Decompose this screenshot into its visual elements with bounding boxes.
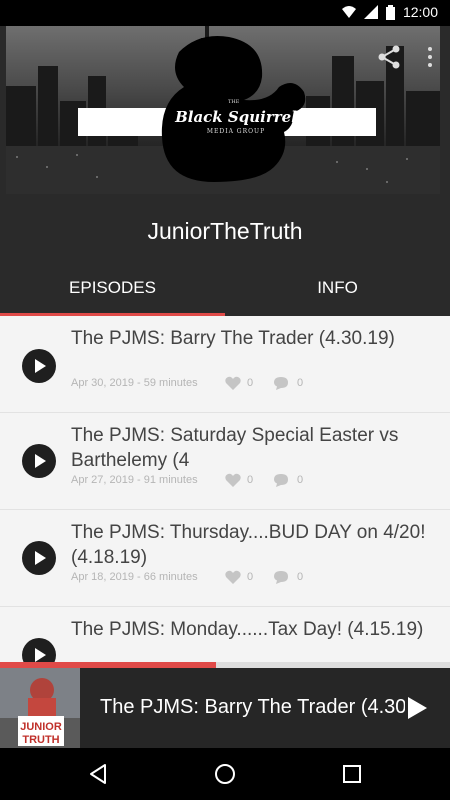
cover-banner: THE Black Squirrel MEDIA GROUP <box>6 26 440 194</box>
artwork-image: JUNIOR TRUTH <box>0 668 80 748</box>
status-bar: 12:00 <box>0 0 450 26</box>
list-item[interactable]: The PJMS: Monday......Tax Day! (4.15.19) <box>0 607 450 668</box>
tab-bar: EPISODES INFO <box>0 266 450 316</box>
artwork-text-junior: JUNIOR <box>20 721 62 733</box>
squirrel-logo-icon <box>161 36 306 182</box>
play-episode-button[interactable] <box>22 541 56 575</box>
like-count: 0 <box>247 377 254 389</box>
logo-the-text: THE <box>228 99 240 105</box>
episode-meta: Apr 27, 2019 - 91 minutes 0 0 <box>71 473 303 487</box>
podcast-header: THE Black Squirrel MEDIA GROUP JuniorThe… <box>0 26 450 316</box>
heart-icon[interactable] <box>225 570 241 584</box>
status-time: 12:00 <box>402 4 438 20</box>
signal-icon <box>363 5 378 19</box>
heart-icon[interactable] <box>225 473 241 487</box>
episode-list[interactable]: The PJMS: Barry The Trader (4.30.19) Apr… <box>0 316 450 668</box>
comment-icon[interactable] <box>273 376 289 390</box>
logo-subtitle: MEDIA GROUP <box>206 128 266 135</box>
comment-count: 0 <box>297 571 304 583</box>
play-episode-button[interactable] <box>22 444 56 478</box>
recents-icon[interactable] <box>340 762 364 786</box>
tab-info[interactable]: INFO <box>225 266 450 316</box>
more-vert-icon[interactable] <box>424 44 436 70</box>
list-item[interactable]: The PJMS: Barry The Trader (4.30.19) Apr… <box>0 316 450 413</box>
comment-count: 0 <box>297 377 304 389</box>
artwork-text-truth: TRUTH <box>22 734 59 746</box>
list-item[interactable]: The PJMS: Thursday....BUD DAY on 4/20! (… <box>0 510 450 607</box>
comment-count: 0 <box>297 474 304 486</box>
episode-artwork: JUNIOR TRUTH <box>0 668 80 748</box>
now-playing-title[interactable]: The PJMS: Barry The Trader (4.30.19) <box>100 696 405 719</box>
podcast-title: JuniorTheTruth <box>147 218 303 244</box>
episode-date-duration: Apr 27, 2019 - 91 minutes <box>71 474 198 486</box>
episode-title: The PJMS: Barry The Trader (4.30.19) <box>71 328 395 349</box>
battery-icon <box>385 4 395 20</box>
like-count: 0 <box>247 571 254 583</box>
share-icon[interactable] <box>376 44 402 70</box>
wifi-icon <box>341 6 356 18</box>
episode-title: The PJMS: Saturday Special Easter vs Bar… <box>71 425 399 471</box>
comment-icon[interactable] <box>273 473 289 487</box>
episode-date-duration: Apr 30, 2019 - 59 minutes <box>71 377 198 389</box>
episode-meta: Apr 30, 2019 - 59 minutes 0 0 <box>71 376 303 390</box>
episode-title: The PJMS: Thursday....BUD DAY on 4/20! (… <box>71 522 426 568</box>
episode-date-duration: Apr 18, 2019 - 66 minutes <box>71 571 198 583</box>
tab-episodes[interactable]: EPISODES <box>0 266 225 316</box>
back-icon[interactable] <box>86 762 110 786</box>
episode-title: The PJMS: Monday......Tax Day! (4.15.19) <box>71 619 424 640</box>
play-episode-button[interactable] <box>22 349 56 383</box>
list-item[interactable]: The PJMS: Saturday Special Easter vs Bar… <box>0 413 450 510</box>
home-icon[interactable] <box>213 762 237 786</box>
system-nav-bar <box>0 748 450 800</box>
heart-icon[interactable] <box>225 376 241 390</box>
mini-player[interactable]: JUNIOR TRUTH The PJMS: Barry The Trader … <box>0 668 450 748</box>
play-icon[interactable] <box>408 697 427 719</box>
like-count: 0 <box>247 474 254 486</box>
comment-icon[interactable] <box>273 570 289 584</box>
episode-meta: Apr 18, 2019 - 66 minutes 0 0 <box>71 570 303 584</box>
logo-text: Black Squirrel <box>175 108 297 126</box>
